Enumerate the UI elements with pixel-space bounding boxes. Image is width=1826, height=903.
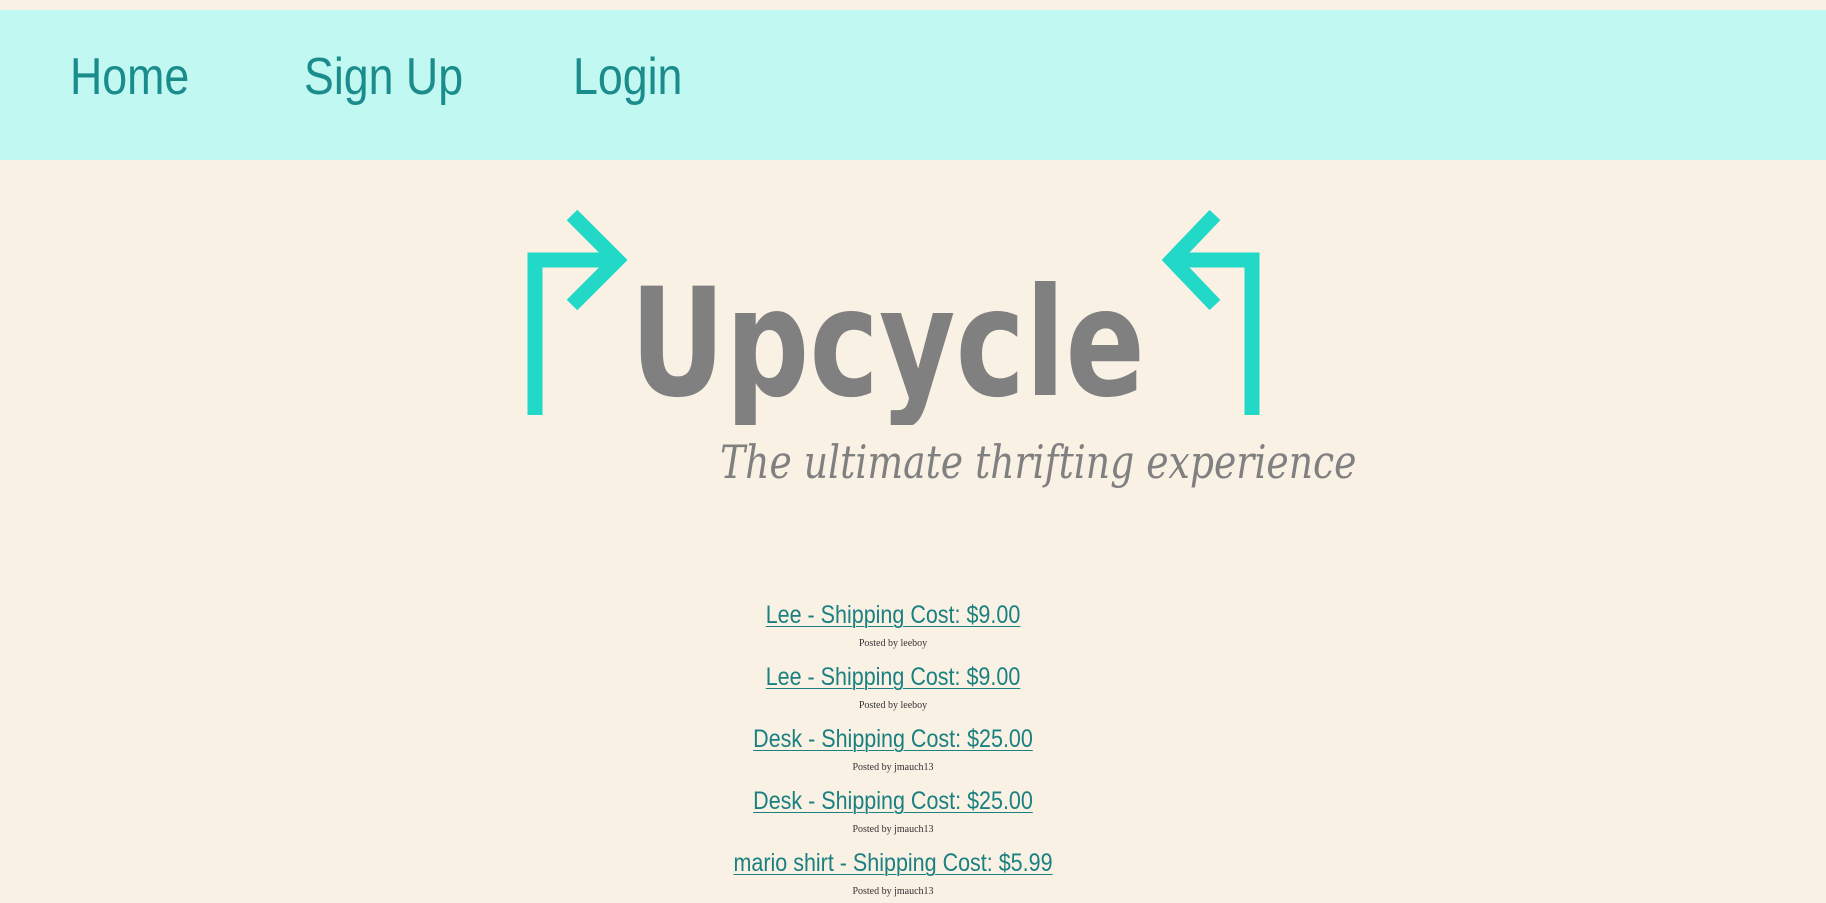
post-author: Posted by jmauch13 (852, 886, 934, 897)
list-item: Desk - Shipping Cost: $25.00 Posted by j… (0, 779, 1786, 841)
post-title-link[interactable]: Lee - Shipping Cost: $9.00 (125, 593, 1661, 637)
nav-login-link[interactable]: Login (573, 42, 682, 112)
list-item: Desk - Shipping Cost: $25.00 Posted by j… (0, 717, 1786, 779)
logo-wordmark: Upcycle (630, 257, 1145, 425)
post-author: Posted by jmauch13 (852, 824, 934, 835)
navbar: Home Sign Up Login (0, 10, 1826, 160)
post-list: Lee - Shipping Cost: $9.00 Posted by lee… (0, 593, 1786, 903)
post-title-link[interactable]: Desk - Shipping Cost: $25.00 (125, 779, 1661, 823)
post-title-link[interactable]: Desk - Shipping Cost: $25.00 (125, 717, 1661, 761)
upcycle-logo: Upcycle (527, 209, 1260, 425)
list-item: Lee - Shipping Cost: $9.00 Posted by lee… (0, 655, 1786, 717)
logo-tagline: The ultimate thrifting experience (720, 435, 1357, 489)
post-author: Posted by leeboy (858, 700, 928, 711)
nav-signup-link[interactable]: Sign Up (304, 42, 463, 112)
post-title-link[interactable]: mario shirt - Shipping Cost: $5.99 (125, 841, 1661, 885)
post-title-link[interactable]: Lee - Shipping Cost: $9.00 (125, 655, 1661, 699)
right-arrow-icon (1161, 209, 1260, 415)
post-author: Posted by leeboy (858, 638, 928, 649)
nav-home-link[interactable]: Home (70, 42, 189, 112)
list-item: Lee - Shipping Cost: $9.00 Posted by lee… (0, 593, 1786, 655)
post-author: Posted by jmauch13 (852, 762, 934, 773)
left-arrow-icon (527, 209, 628, 415)
